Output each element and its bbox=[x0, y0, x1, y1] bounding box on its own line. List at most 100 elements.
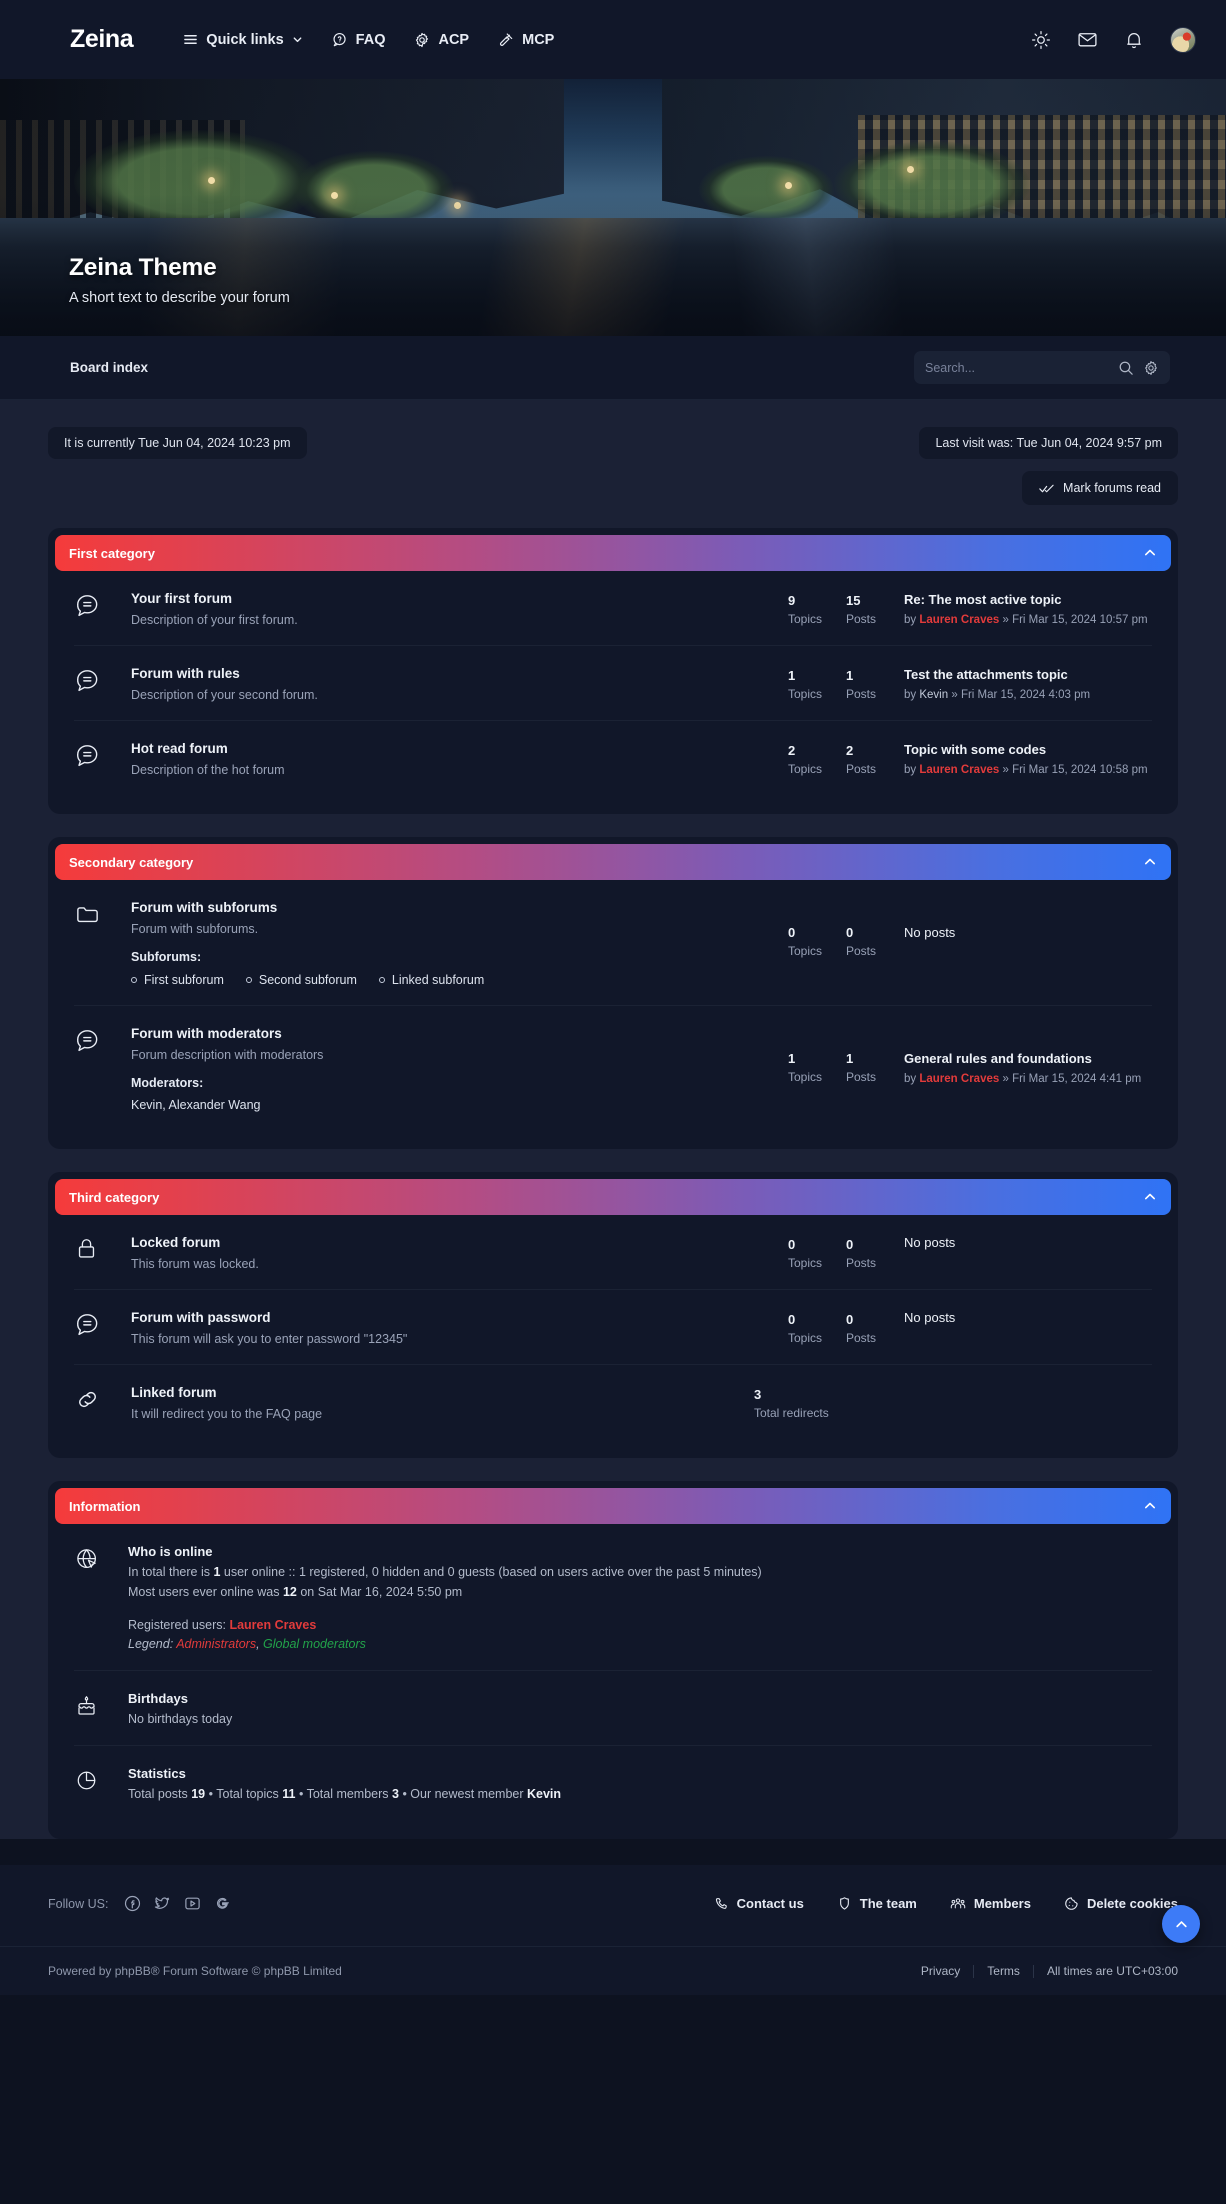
last-visit-pill: Last visit was: Tue Jun 04, 2024 9:57 pm bbox=[919, 427, 1178, 459]
people-icon bbox=[950, 1896, 966, 1911]
nav-mcp-label: MCP bbox=[522, 31, 555, 48]
forum-description: It will redirect you to the FAQ page bbox=[131, 1407, 323, 1421]
sun-icon[interactable] bbox=[1031, 30, 1051, 50]
last-post-user[interactable]: Lauren Craves bbox=[919, 764, 999, 776]
subforums-label: Subforums: bbox=[131, 950, 202, 964]
forum-name[interactable]: Forum with moderators bbox=[131, 1026, 282, 1041]
category-body: Your first forum Description of your fir… bbox=[55, 571, 1171, 795]
hamburger-icon bbox=[183, 32, 198, 47]
nav-faq[interactable]: FAQ bbox=[332, 32, 385, 48]
terms-link[interactable]: Terms bbox=[974, 1964, 1033, 1978]
forum-row: Forum with password This forum will ask … bbox=[74, 1290, 1152, 1365]
twitter-icon[interactable] bbox=[154, 1895, 171, 1912]
no-posts-label: No posts bbox=[904, 1310, 956, 1325]
last-post-user[interactable]: Lauren Craves bbox=[919, 1073, 999, 1085]
topics-count: 1 Topics bbox=[788, 668, 846, 701]
forum-name[interactable]: Forum with subforums bbox=[131, 900, 277, 915]
chevron-up-icon[interactable] bbox=[1143, 546, 1157, 560]
category-header[interactable]: Secondary category bbox=[55, 844, 1171, 880]
nav-acp[interactable]: ACP bbox=[414, 32, 469, 48]
last-post-title[interactable]: Re: The most active topic bbox=[904, 592, 1061, 607]
topics-count: 0 Topics bbox=[788, 1312, 846, 1345]
mark-forums-read-button[interactable]: Mark forums read bbox=[1022, 471, 1178, 505]
nav-quick-links[interactable]: Quick links bbox=[183, 32, 302, 48]
forum-name[interactable]: Locked forum bbox=[131, 1235, 220, 1250]
posts-count: 0 Posts bbox=[846, 1312, 904, 1345]
last-post-date: Fri Mar 15, 2024 4:03 pm bbox=[960, 689, 1091, 701]
information-title: Information bbox=[69, 1498, 141, 1514]
subforum-item[interactable]: Second subforum bbox=[245, 973, 357, 987]
magnifier-icon[interactable] bbox=[1118, 360, 1134, 376]
avatar[interactable] bbox=[1170, 26, 1196, 53]
speech-bubble-icon bbox=[74, 590, 131, 619]
members-link[interactable]: Members bbox=[950, 1896, 1031, 1911]
delete-cookies-link[interactable]: Delete cookies bbox=[1064, 1896, 1178, 1911]
last-post-title[interactable]: General rules and foundations bbox=[904, 1051, 1092, 1066]
question-bubble-icon bbox=[332, 32, 348, 48]
facebook-icon[interactable] bbox=[124, 1895, 141, 1912]
information-header[interactable]: Information bbox=[55, 1488, 1171, 1524]
legend-global-moderators[interactable]: Global moderators bbox=[263, 1637, 366, 1651]
birthdays-title: Birthdays bbox=[128, 1691, 188, 1706]
category-body: Locked forum This forum was locked. 0 To… bbox=[55, 1215, 1171, 1439]
last-post: No posts bbox=[904, 1309, 1152, 1325]
youtube-icon[interactable] bbox=[184, 1895, 201, 1912]
the-team-link[interactable]: The team bbox=[837, 1896, 917, 1911]
forum-description: Forum with subforums. bbox=[131, 922, 259, 936]
category-header[interactable]: Third category bbox=[55, 1179, 1171, 1215]
topics-label: Topics bbox=[788, 687, 823, 701]
posts-label: Posts bbox=[846, 612, 877, 626]
total-topics-label: • Total topics bbox=[205, 1787, 283, 1801]
contact-us-link[interactable]: Contact us bbox=[714, 1896, 804, 1911]
forum-name[interactable]: Forum with rules bbox=[131, 666, 240, 681]
category-panel-third: Third category Locked forum This forum w… bbox=[48, 1172, 1178, 1458]
forum-info: Your first forum Description of your fir… bbox=[131, 590, 788, 627]
chevron-up-icon[interactable] bbox=[1143, 1190, 1157, 1204]
last-post-user[interactable]: Lauren Craves bbox=[919, 614, 999, 626]
status-row: It is currently Tue Jun 04, 2024 10:23 p… bbox=[48, 427, 1178, 459]
legend-administrators[interactable]: Administrators bbox=[176, 1637, 256, 1651]
statistics-title: Statistics bbox=[128, 1766, 186, 1781]
last-post-title[interactable]: Test the attachments topic bbox=[904, 667, 1068, 682]
envelope-icon[interactable] bbox=[1077, 29, 1098, 50]
moderators-list[interactable]: Kevin, Alexander Wang bbox=[131, 1098, 776, 1112]
subforum-item[interactable]: First subforum bbox=[131, 973, 224, 987]
forum-counts: 1 Topics 1 Posts bbox=[788, 665, 904, 701]
site-logo[interactable]: Zeina bbox=[70, 25, 134, 54]
last-post-title[interactable]: Topic with some codes bbox=[904, 742, 1046, 757]
chevron-up-icon[interactable] bbox=[1143, 855, 1157, 869]
forum-description: Forum description with moderators bbox=[131, 1048, 324, 1062]
search-settings-gear-icon[interactable] bbox=[1143, 360, 1159, 376]
category-header[interactable]: First category bbox=[55, 535, 1171, 571]
forum-name[interactable]: Forum with password bbox=[131, 1310, 271, 1325]
privacy-link[interactable]: Privacy bbox=[908, 1964, 973, 1978]
forum-description: Description of your second forum. bbox=[131, 688, 318, 702]
total-topics-value: 11 bbox=[282, 1787, 296, 1801]
speech-bubble-icon bbox=[74, 1025, 131, 1054]
forum-name[interactable]: Hot read forum bbox=[131, 741, 228, 756]
hero-banner: Zeina Theme A short text to describe you… bbox=[0, 79, 1226, 336]
last-post-user[interactable]: Kevin bbox=[919, 689, 948, 701]
nav-mcp[interactable]: MCP bbox=[498, 32, 554, 48]
information-body: Who is online In total there is 1 user o… bbox=[55, 1524, 1171, 1820]
bell-icon[interactable] bbox=[1124, 30, 1144, 50]
category-title: Secondary category bbox=[69, 854, 194, 870]
forum-name[interactable]: Your first forum bbox=[131, 591, 232, 606]
google-icon[interactable] bbox=[214, 1895, 231, 1912]
legend-separator: , bbox=[256, 1637, 264, 1651]
posts-label: Posts bbox=[846, 944, 877, 958]
subforum-item[interactable]: Linked subforum bbox=[378, 973, 484, 987]
registered-user-link[interactable]: Lauren Craves bbox=[229, 1618, 316, 1632]
back-to-top-button[interactable] bbox=[1162, 1905, 1200, 1943]
search-input[interactable] bbox=[925, 360, 1109, 375]
chevron-up-icon[interactable] bbox=[1143, 1499, 1157, 1513]
search-box bbox=[914, 351, 1170, 384]
shield-icon bbox=[837, 1896, 852, 1911]
pie-chart-icon bbox=[74, 1766, 128, 1798]
forum-name[interactable]: Linked forum bbox=[131, 1385, 217, 1400]
newest-member-value[interactable]: Kevin bbox=[527, 1787, 561, 1801]
breadcrumb[interactable]: Board index bbox=[70, 360, 148, 375]
last-post: Topic with some codes by Lauren Craves »… bbox=[904, 740, 1152, 776]
speech-bubble-icon bbox=[74, 740, 131, 769]
topics-label: Topics bbox=[788, 1331, 823, 1345]
